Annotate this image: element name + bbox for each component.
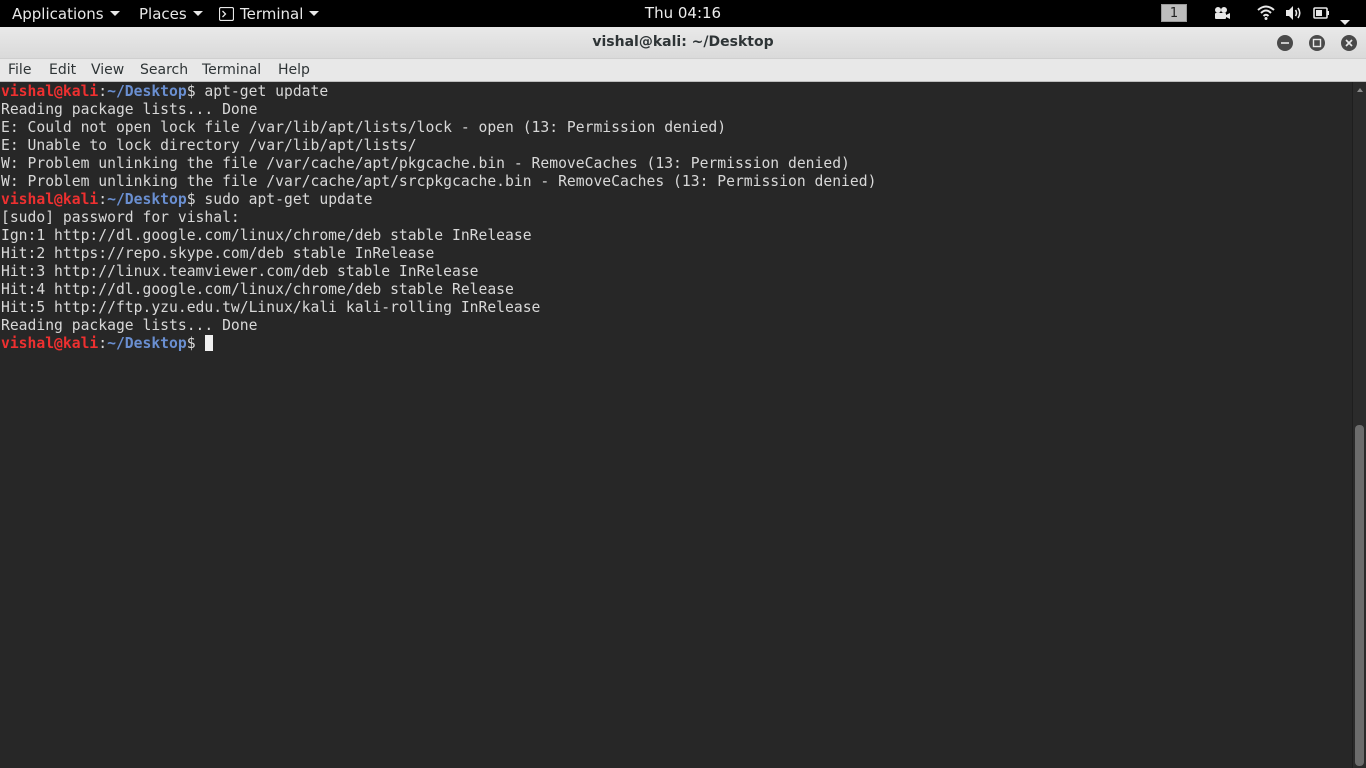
prompt-user: vishal@kali [1,83,99,100]
prompt-path: ~/Desktop [107,335,187,352]
prompt-suffix: $ [186,335,196,352]
prompt-colon: : [98,335,108,352]
top-bar: Applications Places Terminal Thu 04:16 1 [0,0,1366,27]
places-label: Places [139,4,187,23]
terminal-prompt-line: vishal@kali:~/Desktop$ apt-get update [1,83,876,101]
workspace-indicator[interactable]: 1 [1161,4,1187,22]
minimize-button[interactable] [1277,35,1293,51]
menu-file[interactable]: File [8,59,31,82]
prompt-command: apt-get update [195,83,329,100]
terminal-output-line: Reading package lists... Done [1,101,258,118]
menu-view[interactable]: View [91,59,124,82]
clock[interactable]: Thu 04:16 [600,0,766,27]
terminal-app-menu[interactable]: Terminal [218,0,320,27]
places-menu[interactable]: Places [139,0,203,27]
terminal-output: vishal@kali:~/Desktop$ apt-get update Rea… [1,83,876,353]
volume-icon[interactable] [1285,5,1303,25]
terminal-icon [218,6,235,21]
terminal-prompt-line: vishal@kali:~/Desktop$ sudo apt-get upda… [1,191,876,209]
close-icon [1345,39,1353,47]
terminal-output-line: Reading package lists... Done [1,317,258,334]
prompt-colon: : [98,191,108,208]
terminal-output-line: E: Unable to lock directory /var/lib/apt… [1,137,417,154]
wifi-icon[interactable] [1257,5,1275,25]
prompt-path: ~/Desktop [107,191,187,208]
terminal-output-line: [sudo] password for vishal: [1,209,240,226]
terminal-scrollbar[interactable] [1352,82,1366,768]
scrollbar-thumb[interactable] [1355,425,1364,766]
terminal-output-line: W: Problem unlinking the file /var/cache… [1,173,877,190]
scroll-up-icon[interactable] [1357,88,1363,92]
terminal-output-line: Hit:3 http://linux.teamviewer.com/deb st… [1,263,479,280]
menu-edit[interactable]: Edit [49,59,76,82]
window-titlebar[interactable]: vishal@kali: ~/Desktop [0,27,1366,59]
chevron-down-icon [309,11,320,16]
maximize-icon [1312,38,1322,48]
applications-label: Applications [12,4,104,23]
menu-search[interactable]: Search [140,59,188,82]
camera-icon[interactable] [1213,5,1231,25]
maximize-button[interactable] [1309,35,1325,51]
menu-terminal[interactable]: Terminal [202,59,261,82]
prompt-command: sudo apt-get update [195,191,373,208]
window-title: vishal@kali: ~/Desktop [592,34,774,50]
terminal-output-line: Ign:1 http://dl.google.com/linux/chrome/… [1,227,532,244]
chevron-down-icon [109,11,120,16]
terminal-output-line: Hit:5 http://ftp.yzu.edu.tw/Linux/kali k… [1,299,541,316]
terminal-output-line: E: Could not open lock file /var/lib/apt… [1,119,727,136]
prompt-path: ~/Desktop [107,83,187,100]
minimize-icon [1281,42,1289,44]
menu-help[interactable]: Help [278,59,310,82]
prompt-suffix: $ [186,83,196,100]
terminal-prompt-line: vishal@kali:~/Desktop$ [1,335,876,353]
menu-bar: File Edit View Search Terminal Help [0,59,1366,82]
terminal-menu-label: Terminal [240,4,304,23]
prompt-suffix: $ [186,191,196,208]
applications-menu[interactable]: Applications [12,0,120,27]
chevron-down-icon [192,11,203,16]
terminal-output-line: W: Problem unlinking the file /var/cache… [1,155,850,172]
battery-icon[interactable] [1313,5,1333,25]
terminal-cursor [205,335,214,351]
prompt-colon: : [98,83,108,100]
terminal-output-line: Hit:4 http://dl.google.com/linux/chrome/… [1,281,514,298]
close-button[interactable] [1341,35,1357,51]
prompt-user: vishal@kali [1,191,99,208]
terminal-area[interactable]: vishal@kali:~/Desktop$ apt-get update Rea… [0,82,1352,768]
prompt-user: vishal@kali [1,335,99,352]
terminal-output-line: Hit:2 https://repo.skype.com/deb stable … [1,245,435,262]
prompt-command [196,335,205,352]
